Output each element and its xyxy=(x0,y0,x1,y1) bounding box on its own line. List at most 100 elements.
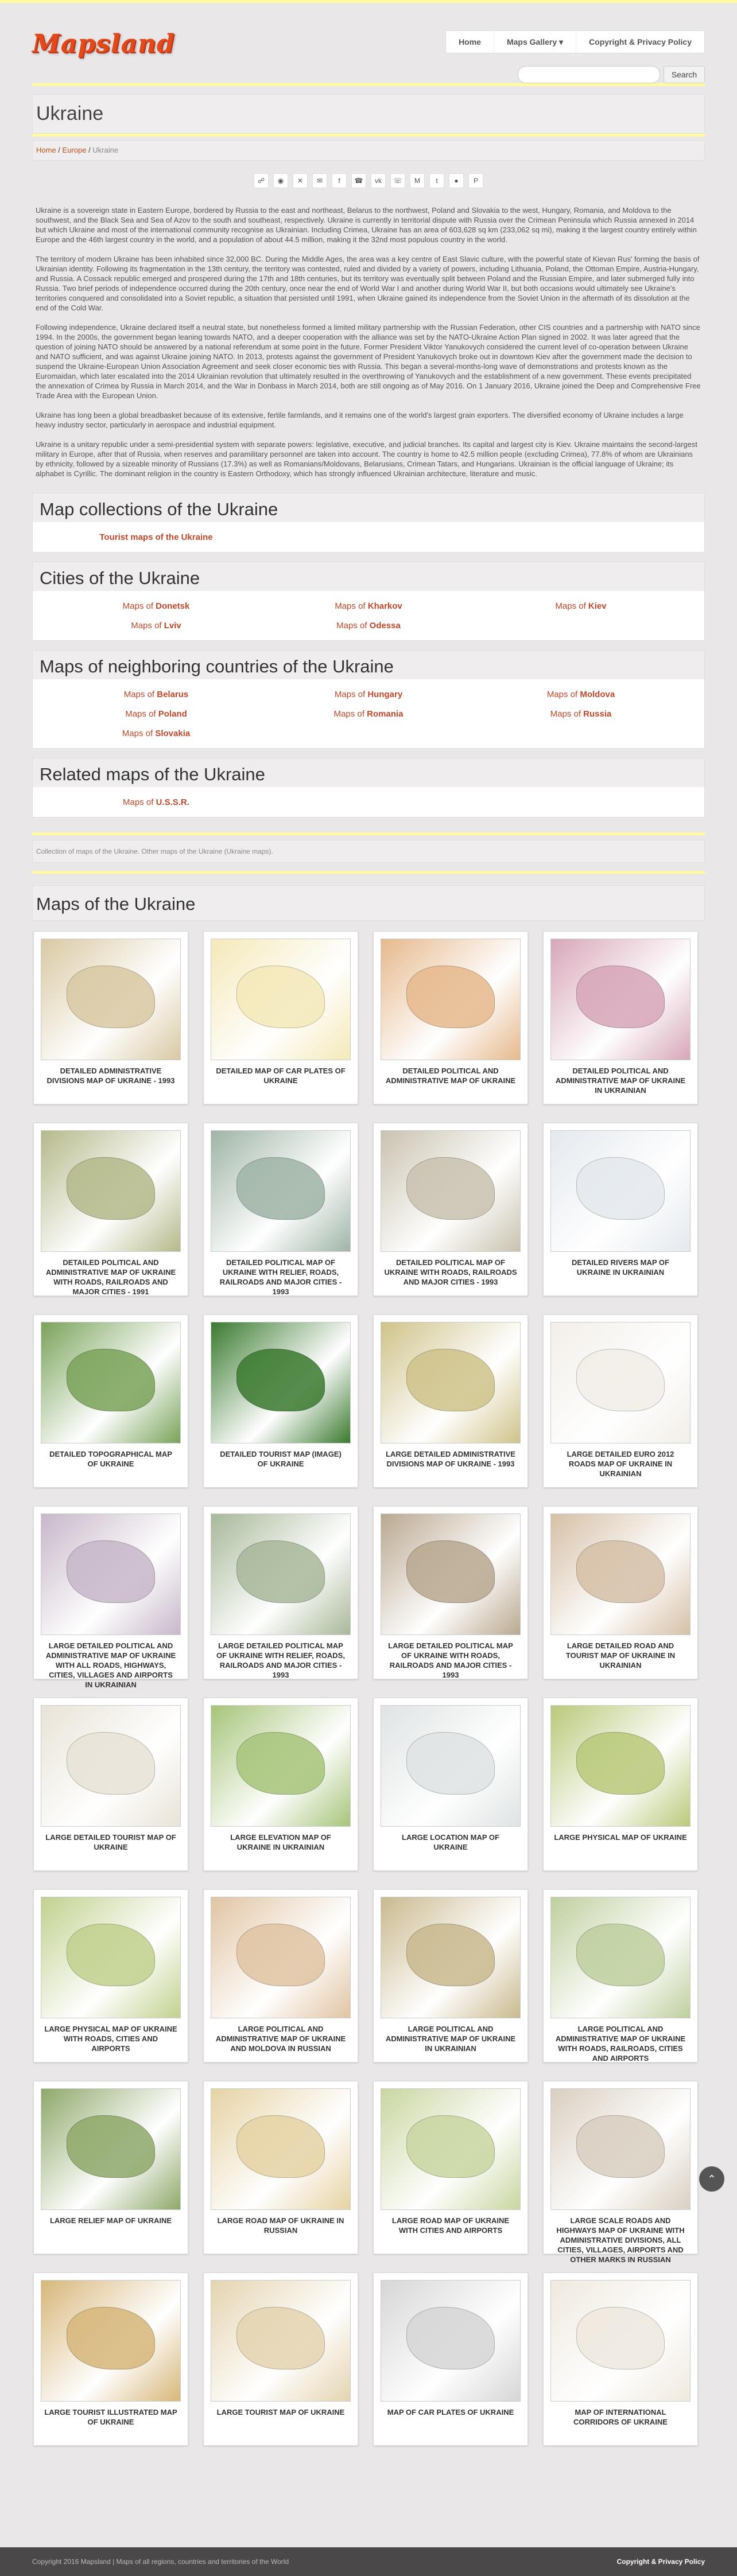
map-caption[interactable]: Detailed tourist map (image) of Ukraine xyxy=(204,1443,358,1469)
map-card[interactable]: Detailed political map of Ukraine with r… xyxy=(373,1123,528,1296)
map-link[interactable]: Maps of Slovakia xyxy=(50,724,262,744)
map-caption[interactable]: Map of car plates of Ukraine xyxy=(374,2402,527,2417)
map-caption[interactable]: Large relief map of Ukraine xyxy=(34,2210,188,2225)
whatsapp-icon[interactable]: ☎ xyxy=(351,173,366,188)
pinterest-icon[interactable]: P xyxy=(468,173,483,188)
map-thumbnail[interactable] xyxy=(41,2088,181,2210)
map-thumbnail[interactable] xyxy=(211,1897,351,2018)
map-thumbnail[interactable] xyxy=(41,1513,181,1635)
map-caption[interactable]: Large detailed road and tourist map of U… xyxy=(544,1635,697,1670)
nav-copyright[interactable]: Copyright & Privacy Policy xyxy=(576,31,704,53)
map-card[interactable]: Large detailed tourist map of Ukraine xyxy=(33,1698,188,1871)
map-caption[interactable]: Detailed political and administrative ma… xyxy=(544,1060,697,1095)
map-card[interactable]: Map of international corridors of Ukrain… xyxy=(543,2273,698,2446)
map-caption[interactable]: Large physical map of Ukraine with roads… xyxy=(34,2018,188,2053)
map-card[interactable]: Large road map of Ukraine in Russian xyxy=(203,2081,358,2254)
map-card[interactable]: Large political and administrative map o… xyxy=(373,1889,528,2063)
map-thumbnail[interactable] xyxy=(381,939,521,1060)
map-thumbnail[interactable] xyxy=(211,939,351,1060)
map-card[interactable]: Large detailed political and administrat… xyxy=(33,1506,188,1689)
map-thumbnail[interactable] xyxy=(381,2088,521,2210)
footer-policy-link[interactable]: Copyright & Privacy Policy xyxy=(617,2558,705,2566)
map-card[interactable]: Detailed administrative divisions map of… xyxy=(33,931,188,1104)
map-thumbnail[interactable] xyxy=(381,1322,521,1443)
map-thumbnail[interactable] xyxy=(211,1705,351,1827)
map-caption[interactable]: Large detailed Euro 2012 roads map of Uk… xyxy=(544,1443,697,1478)
map-card[interactable]: Large location map of Ukraine xyxy=(373,1698,528,1871)
nav-maps-gallery[interactable]: Maps Gallery ▾ xyxy=(494,31,577,53)
map-thumbnail[interactable] xyxy=(41,1322,181,1443)
map-link[interactable]: Maps of Kiev xyxy=(475,597,687,616)
map-caption[interactable]: Large political and administrative map o… xyxy=(544,2018,697,2063)
map-link[interactable]: Maps of Russia xyxy=(475,705,687,724)
site-logo[interactable]: Mapsland xyxy=(32,29,175,59)
map-link[interactable]: Maps of Donetsk xyxy=(50,597,262,616)
map-card[interactable]: Detailed map of car plates of Ukraine xyxy=(203,931,358,1104)
map-card[interactable]: Large tourist map of Ukraine xyxy=(203,2273,358,2446)
collection-link[interactable]: Tourist maps of the Ukraine xyxy=(50,528,262,547)
map-link[interactable]: Maps of Kharkov xyxy=(262,597,475,616)
map-thumbnail[interactable] xyxy=(381,1705,521,1827)
map-caption[interactable]: Detailed political map of Ukraine with r… xyxy=(204,1252,358,1297)
map-caption[interactable]: Large location map of Ukraine xyxy=(374,1827,527,1852)
map-card[interactable]: Large detailed Euro 2012 roads map of Uk… xyxy=(543,1314,698,1488)
search-button[interactable]: Search xyxy=(664,66,705,83)
map-caption[interactable]: Detailed administrative divisions map of… xyxy=(34,1060,188,1085)
map-caption[interactable]: Detailed political and administrative ma… xyxy=(34,1252,188,1297)
map-card[interactable]: Detailed tourist map (image) of Ukraine xyxy=(203,1314,358,1488)
map-link[interactable]: Maps of Odessa xyxy=(262,616,475,636)
map-card[interactable]: Detailed political map of Ukraine with r… xyxy=(203,1123,358,1296)
breadcrumb-europe[interactable]: Europe xyxy=(63,146,87,154)
map-card[interactable]: Large elevation map of Ukraine in Ukrain… xyxy=(203,1698,358,1871)
map-card[interactable]: Large physical map of Ukraine xyxy=(543,1698,698,1871)
x-icon[interactable]: ✕ xyxy=(293,173,308,188)
gmail-icon[interactable]: M xyxy=(410,173,425,188)
map-card[interactable]: Large scale roads and highways map of Uk… xyxy=(543,2081,698,2264)
messenger-icon[interactable]: ◉ xyxy=(273,173,288,188)
map-link[interactable]: Maps of Belarus xyxy=(50,685,262,705)
map-link[interactable]: Maps of Poland xyxy=(50,705,262,724)
map-thumbnail[interactable] xyxy=(41,1130,181,1252)
scroll-top-button[interactable]: ⌃ xyxy=(699,2166,724,2192)
map-thumbnail[interactable] xyxy=(41,1897,181,2018)
map-card[interactable]: Large road map of Ukraine with cities an… xyxy=(373,2081,528,2254)
map-caption[interactable]: Large scale roads and highways map of Uk… xyxy=(544,2210,697,2264)
tumblr-icon[interactable]: t xyxy=(429,173,444,188)
map-link[interactable]: Maps of U.S.S.R. xyxy=(50,793,262,812)
map-thumbnail[interactable] xyxy=(550,1513,691,1635)
map-card[interactable]: Large relief map of Ukraine xyxy=(33,2081,188,2254)
map-caption[interactable]: Large detailed political map of Ukraine … xyxy=(204,1635,358,1680)
map-thumbnail[interactable] xyxy=(381,1130,521,1252)
map-caption[interactable]: Large political and administrative map o… xyxy=(374,2018,527,2053)
map-caption[interactable]: Large physical map of Ukraine xyxy=(544,1827,697,1842)
map-thumbnail[interactable] xyxy=(211,2280,351,2402)
map-link[interactable]: Maps of Romania xyxy=(262,705,475,724)
map-thumbnail[interactable] xyxy=(550,1705,691,1827)
reddit-icon[interactable]: ● xyxy=(449,173,464,188)
map-caption[interactable]: Large political and administrative map o… xyxy=(204,2018,358,2053)
map-caption[interactable]: Large detailed tourist map of Ukraine xyxy=(34,1827,188,1852)
map-card[interactable]: Large political and administrative map o… xyxy=(543,1889,698,2063)
map-caption[interactable]: Map of international corridors of Ukrain… xyxy=(544,2402,697,2427)
map-card[interactable]: Large detailed administrative divisions … xyxy=(373,1314,528,1488)
map-caption[interactable]: Large detailed political and administrat… xyxy=(34,1635,188,1690)
email-icon[interactable]: ✉ xyxy=(312,173,327,188)
map-thumbnail[interactable] xyxy=(211,1513,351,1635)
map-thumbnail[interactable] xyxy=(550,2088,691,2210)
map-card[interactable]: Detailed topographical map of Ukraine xyxy=(33,1314,188,1488)
nav-home[interactable]: Home xyxy=(446,31,494,53)
breadcrumb-home[interactable]: Home xyxy=(36,146,56,154)
map-thumbnail[interactable] xyxy=(41,2280,181,2402)
map-card[interactable]: Large political and administrative map o… xyxy=(203,1889,358,2063)
map-thumbnail[interactable] xyxy=(550,1897,691,2018)
map-thumbnail[interactable] xyxy=(211,1130,351,1252)
map-card[interactable]: Map of car plates of Ukraine xyxy=(373,2273,528,2446)
map-thumbnail[interactable] xyxy=(211,2088,351,2210)
map-caption[interactable]: Large elevation map of Ukraine in Ukrain… xyxy=(204,1827,358,1852)
map-caption[interactable]: Large tourist illustrated map of Ukraine xyxy=(34,2402,188,2427)
map-caption[interactable]: Large road map of Ukraine with cities an… xyxy=(374,2210,527,2235)
map-thumbnail[interactable] xyxy=(550,2280,691,2402)
map-thumbnail[interactable] xyxy=(41,1705,181,1827)
vk-icon[interactable]: vk xyxy=(371,173,386,188)
facebook-icon[interactable]: f xyxy=(332,173,347,188)
